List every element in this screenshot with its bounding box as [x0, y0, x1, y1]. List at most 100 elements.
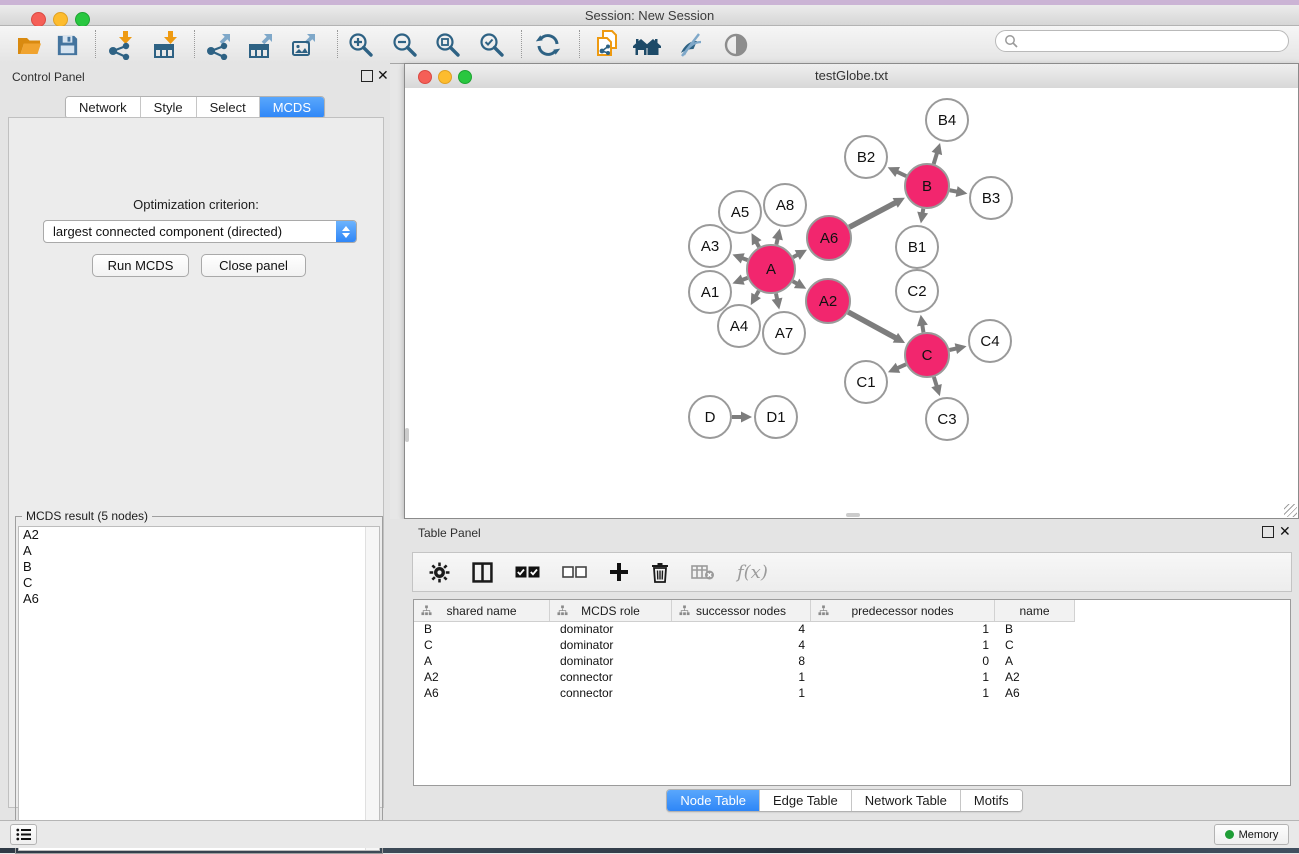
unselect-all-columns-icon[interactable]: [562, 565, 587, 579]
table-float-icon[interactable]: [1262, 526, 1274, 538]
edge-arrowhead: [917, 315, 928, 327]
graph-node-label: A4: [730, 318, 748, 335]
table-cell: 1: [672, 669, 811, 685]
column-header-successor-nodes[interactable]: successor nodes: [672, 600, 811, 621]
graph-edge-A2-C[interactable]: [848, 312, 897, 339]
show-column-panel-icon[interactable]: [472, 562, 493, 583]
column-header-name[interactable]: name: [995, 600, 1075, 621]
table-row[interactable]: Cdominator41C: [414, 637, 1290, 653]
select-all-columns-icon[interactable]: [515, 565, 540, 579]
window-resize-grip[interactable]: [1284, 504, 1297, 517]
select-stepper-icon: [336, 221, 356, 242]
table-cell: 0: [811, 653, 995, 669]
network-canvas[interactable]: B4B2BB3A8A5A6A3B1AA1C2A2A4A7C4CC1DD1C3: [405, 88, 1298, 518]
mcds-result-item[interactable]: A: [19, 543, 379, 559]
table-cell: A2: [995, 669, 1075, 685]
table-cell: 1: [811, 669, 995, 685]
zoom-fit-icon[interactable]: [431, 29, 465, 61]
table-cell: B: [414, 621, 550, 637]
float-panel-icon[interactable]: [361, 70, 373, 82]
export-image-icon[interactable]: [287, 29, 321, 61]
table-tab-edge-table[interactable]: Edge Table: [760, 790, 852, 811]
mcds-result-group: MCDS result (5 nodes) A2ABCA6: [15, 516, 383, 854]
table-cell: A6: [995, 685, 1075, 701]
mcds-result-item[interactable]: C: [19, 575, 379, 591]
close-panel-button[interactable]: Close panel: [201, 254, 306, 277]
edge-arrowhead: [772, 298, 783, 310]
graph-node-label: C2: [907, 283, 926, 300]
table-row[interactable]: A6connector11A6: [414, 685, 1290, 701]
network-window-titlebar[interactable]: testGlobe.txt: [405, 64, 1298, 89]
zoom-in-icon[interactable]: [344, 29, 378, 61]
graph-node-label: B4: [938, 112, 956, 129]
table-cell: connector: [550, 685, 672, 701]
hide-selected-icon[interactable]: [673, 29, 707, 61]
graph-node-label: B3: [982, 190, 1000, 207]
table-cell: 4: [672, 621, 811, 637]
export-network-icon[interactable]: [202, 29, 236, 61]
memory-button[interactable]: Memory: [1214, 824, 1289, 845]
tab-mcds[interactable]: MCDS: [260, 97, 324, 118]
export-table-icon[interactable]: [244, 29, 278, 61]
canvas-vscroll-thumb[interactable]: [405, 428, 409, 442]
new-network-from-selection-icon[interactable]: [590, 29, 624, 61]
search-input[interactable]: [1022, 33, 1288, 49]
tab-style[interactable]: Style: [141, 97, 197, 118]
table-cell: C: [995, 637, 1075, 653]
first-neighbors-icon[interactable]: [630, 29, 664, 61]
delete-table-icon: [691, 564, 715, 580]
automation-panel-button[interactable]: [10, 824, 37, 845]
show-all-eye-icon[interactable]: [719, 29, 753, 61]
table-cell: dominator: [550, 621, 672, 637]
tab-select[interactable]: Select: [197, 97, 260, 118]
graph-node-label: C4: [980, 333, 999, 350]
node-table: shared nameMCDS rolesuccessor nodesprede…: [413, 599, 1291, 786]
main-toolbar: [0, 26, 1299, 64]
app-title: Session: New Session: [0, 8, 1299, 23]
table-cell: A2: [414, 669, 550, 685]
table-tabs: Node TableEdge TableNetwork TableMotifs: [390, 789, 1299, 812]
edge-arrowhead: [741, 412, 752, 423]
network-window-title: testGlobe.txt: [405, 68, 1298, 83]
zoom-selected-icon[interactable]: [475, 29, 509, 61]
add-column-plus-icon[interactable]: [609, 562, 629, 582]
mcds-result-item[interactable]: B: [19, 559, 379, 575]
mcds-result-item[interactable]: A2: [19, 527, 379, 543]
canvas-hscroll-thumb[interactable]: [846, 513, 860, 517]
column-header-predecessor-nodes[interactable]: predecessor nodes: [811, 600, 995, 621]
column-header-MCDS-role[interactable]: MCDS role: [550, 600, 672, 621]
table-close-icon[interactable]: ✕: [1279, 523, 1291, 539]
function-builder-icon: f(x): [737, 562, 768, 583]
table-cell: 1: [672, 685, 811, 701]
import-network-icon[interactable]: [104, 29, 138, 61]
control-panel-title: Control Panel: [12, 70, 85, 84]
table-row[interactable]: A2connector11A2: [414, 669, 1290, 685]
graph-node-label: B1: [908, 239, 926, 256]
app-titlebar: Session: New Session: [0, 5, 1299, 26]
save-session-icon[interactable]: [50, 29, 84, 61]
import-table-icon[interactable]: [149, 29, 183, 61]
delete-columns-trash-icon[interactable]: [651, 562, 669, 583]
column-header-shared-name[interactable]: shared name: [414, 600, 550, 621]
table-tab-node-table[interactable]: Node Table: [667, 790, 760, 811]
refresh-icon[interactable]: [531, 29, 565, 61]
mcds-result-item[interactable]: A6: [19, 591, 379, 607]
table-cell: C: [414, 637, 550, 653]
close-panel-icon[interactable]: ✕: [377, 67, 389, 83]
search-field[interactable]: [995, 30, 1289, 52]
table-settings-gear-icon[interactable]: [429, 562, 450, 583]
criterion-select[interactable]: largest connected component (directed): [43, 220, 357, 243]
table-row[interactable]: Bdominator41B: [414, 621, 1290, 637]
table-tab-network-table[interactable]: Network Table: [852, 790, 961, 811]
graph-node-label: D1: [766, 409, 785, 426]
tab-network[interactable]: Network: [66, 97, 141, 118]
graph-node-label: A: [766, 261, 776, 278]
table-tab-motifs[interactable]: Motifs: [961, 790, 1022, 811]
zoom-out-icon[interactable]: [388, 29, 422, 61]
list-scrollbar[interactable]: [365, 527, 379, 850]
run-mcds-button[interactable]: Run MCDS: [92, 254, 189, 277]
mcds-tab-content: Optimization criterion: largest connecte…: [8, 117, 384, 808]
open-session-icon[interactable]: [12, 29, 46, 61]
table-row[interactable]: Adominator80A: [414, 653, 1290, 669]
graph-edge-A6-B[interactable]: [849, 202, 897, 227]
